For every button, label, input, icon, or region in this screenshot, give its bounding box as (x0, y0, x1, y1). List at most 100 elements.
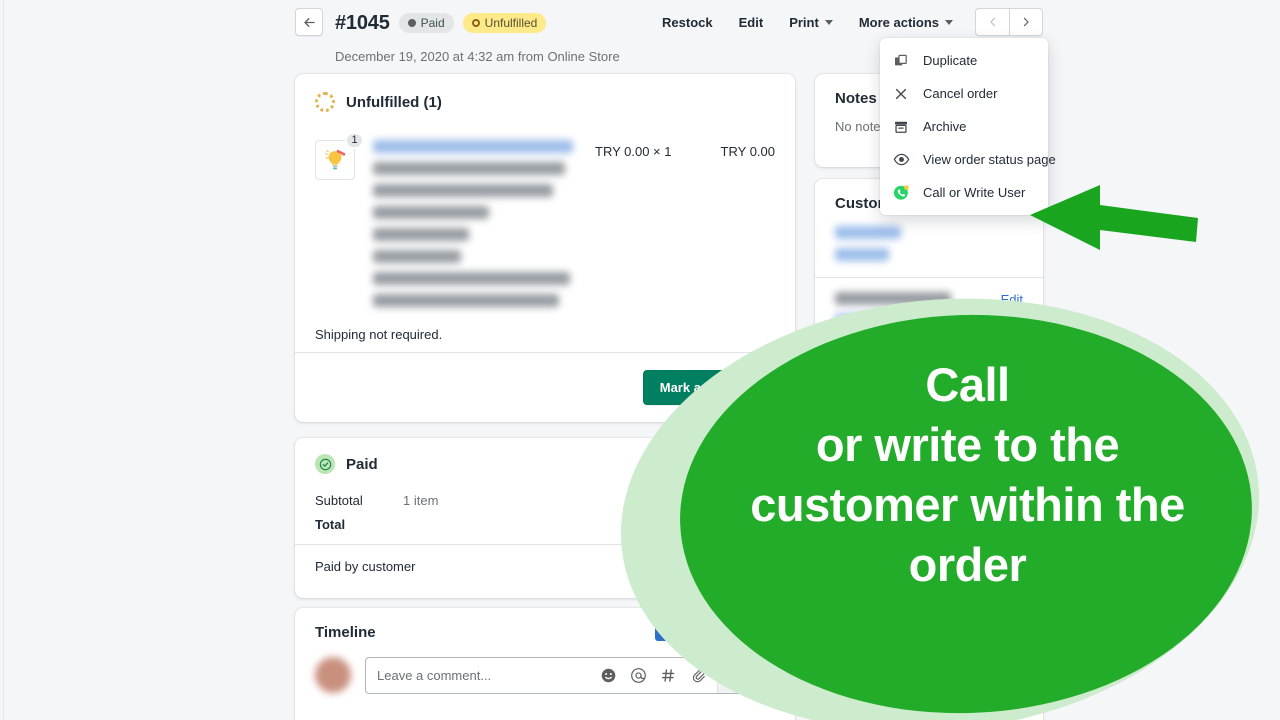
duplicate-icon (892, 52, 910, 70)
header-actions: Restock Edit Print More actions (649, 8, 1043, 36)
conversion-row-text: This is their 44th order (862, 696, 992, 711)
unfulfilled-card: Unfulfilled (1) 1 TRY 0.00 × 1 TRY 0.00 … (295, 74, 795, 422)
shipping-note: Shipping not required. (315, 327, 443, 342)
eye-icon (892, 151, 910, 169)
check-circle-icon (315, 454, 335, 474)
paid-card: Paid Subtotal 1 item Total Paid by custo… (295, 438, 795, 598)
timeline-card: Timeline Show comments Leave a comment..… (295, 608, 795, 720)
chevron-down-icon (945, 19, 953, 25)
status-badge-paid-label: Paid (420, 16, 445, 30)
menu-item-archive-label: Archive (923, 119, 967, 134)
conversion-title: Conversion summary (835, 664, 989, 681)
dot-filled-icon (407, 19, 416, 27)
line-item: 1 TRY 0.00 × 1 TRY 0.00 (295, 132, 795, 316)
close-x-icon (892, 85, 910, 103)
line-item-details-redacted (373, 140, 775, 316)
order-subtitle: December 19, 2020 at 4:32 am from Online… (335, 49, 620, 64)
more-actions-label: More actions (858, 14, 939, 30)
archive-icon (892, 118, 910, 136)
menu-item-cancel-order-label: Cancel order (923, 86, 998, 101)
checkbox-checked-icon (654, 624, 671, 641)
menu-item-duplicate[interactable]: Duplicate (880, 44, 1048, 77)
page-left-rule (3, 0, 4, 720)
print-button[interactable]: Print (776, 9, 846, 36)
composer-toolbar (600, 667, 717, 684)
summary-row: Subtotal 1 item (295, 488, 795, 512)
paid-summary: Subtotal 1 item Total (295, 488, 795, 536)
redacted-customer-name (815, 212, 1043, 261)
conversion-row: This is their 44th order (815, 681, 1043, 712)
product-thumbnail[interactable]: 1 (315, 132, 364, 180)
menu-item-call-or-write-user[interactable]: Call or Write User (880, 176, 1048, 209)
unfulfilled-title: Unfulfilled (1) (346, 93, 442, 111)
comment-input[interactable]: Leave a comment... (377, 668, 600, 683)
whatsapp-icon (892, 184, 910, 202)
hashtag-icon[interactable] (660, 667, 677, 684)
customer-card: Customer Edit No phone number (815, 179, 1043, 559)
unfulfilled-title-row: Unfulfilled (1) (315, 92, 775, 112)
edit-contact-link[interactable]: Edit (1001, 292, 1023, 307)
edit-label: Edit (738, 14, 764, 30)
back-button[interactable] (295, 8, 323, 36)
status-badge-unfulfilled-label: Unfulfilled (484, 16, 538, 30)
order-detail-page: #1045 Paid Unfulfilled December 19, 2020… (0, 0, 1280, 720)
dot-ring-icon (471, 19, 480, 27)
menu-item-cancel-order[interactable]: Cancel order (880, 77, 1048, 110)
show-comments-label: Show comments (678, 625, 775, 640)
paid-title: Paid (346, 455, 378, 473)
paid-title-row: Paid (315, 454, 775, 474)
previous-order-button[interactable] (975, 8, 1009, 36)
show-comments-toggle[interactable]: Show comments (654, 624, 775, 641)
restock-label: Restock (662, 14, 713, 30)
menu-item-view-order-status-page-label: View order status page (923, 152, 1056, 167)
print-label: Print (789, 14, 819, 30)
subtotal-items: 1 item (403, 492, 439, 508)
line-item-prices: TRY 0.00 × 1 TRY 0.00 (595, 144, 775, 159)
redacted-contact-heading (835, 292, 1023, 327)
more-actions-dropdown: Duplicate Cancel order Archive View orde… (880, 38, 1056, 215)
clipboard-icon[interactable] (1007, 314, 1021, 335)
total-label: Total (315, 516, 346, 532)
callout-arrow (1028, 180, 1208, 259)
mention-icon[interactable] (630, 667, 647, 684)
menu-item-view-order-status-page[interactable]: View order status page (880, 143, 1056, 176)
chevron-left-icon (989, 17, 995, 27)
unfulfilled-header: Unfulfilled (1) (295, 74, 795, 112)
unfulfilled-footer: Mark as fulfilled (295, 352, 795, 422)
title-row: #1045 Paid Unfulfilled (335, 8, 547, 38)
mark-as-fulfilled-button[interactable]: Mark as fulfilled (642, 370, 775, 405)
no-phone-text: No phone number (835, 344, 940, 359)
comment-input-wrapper[interactable]: Leave a comment... Post (365, 657, 775, 694)
timeline-title: Timeline (315, 624, 376, 641)
chevron-right-icon (1023, 17, 1029, 27)
post-comment-button[interactable]: Post (716, 658, 774, 693)
timeline-composer: Leave a comment... Post (295, 641, 795, 694)
emoji-icon[interactable] (600, 667, 617, 684)
status-badge-paid: Paid (398, 13, 454, 33)
summary-row: Total (295, 512, 795, 536)
order-pagination (975, 8, 1043, 36)
timeline-header: Timeline Show comments (295, 608, 795, 641)
avatar (315, 657, 351, 693)
attachment-icon[interactable] (690, 667, 707, 684)
lightbulb-icon (325, 149, 346, 170)
menu-item-archive[interactable]: Archive (880, 110, 1048, 143)
menu-item-call-or-write-user-label: Call or Write User (923, 185, 1026, 200)
page-title: #1045 (335, 11, 390, 34)
next-order-button[interactable] (1009, 8, 1043, 36)
conversion-summary-card: Conversion summary This is their 44th or… (815, 650, 1043, 720)
menu-item-duplicate-label: Duplicate (923, 53, 978, 68)
subtotal-label: Subtotal (315, 492, 363, 508)
more-actions-button[interactable]: More actions (846, 9, 966, 36)
return-arrow-icon (836, 696, 851, 711)
line-item-unit-price: TRY 0.00 × 1 (595, 144, 672, 159)
arrow-left-icon (303, 17, 315, 27)
status-badge-unfulfilled: Unfulfilled (462, 13, 547, 33)
edit-button[interactable]: Edit (726, 9, 777, 36)
contact-information-section: Edit (815, 278, 1043, 329)
redacted-product-options (373, 162, 775, 307)
paid-by-customer: Paid by customer (315, 559, 416, 574)
line-item-total: TRY 0.00 (720, 144, 775, 159)
arrow-left-big-icon (1030, 185, 1198, 250)
restock-button[interactable]: Restock (649, 9, 726, 36)
